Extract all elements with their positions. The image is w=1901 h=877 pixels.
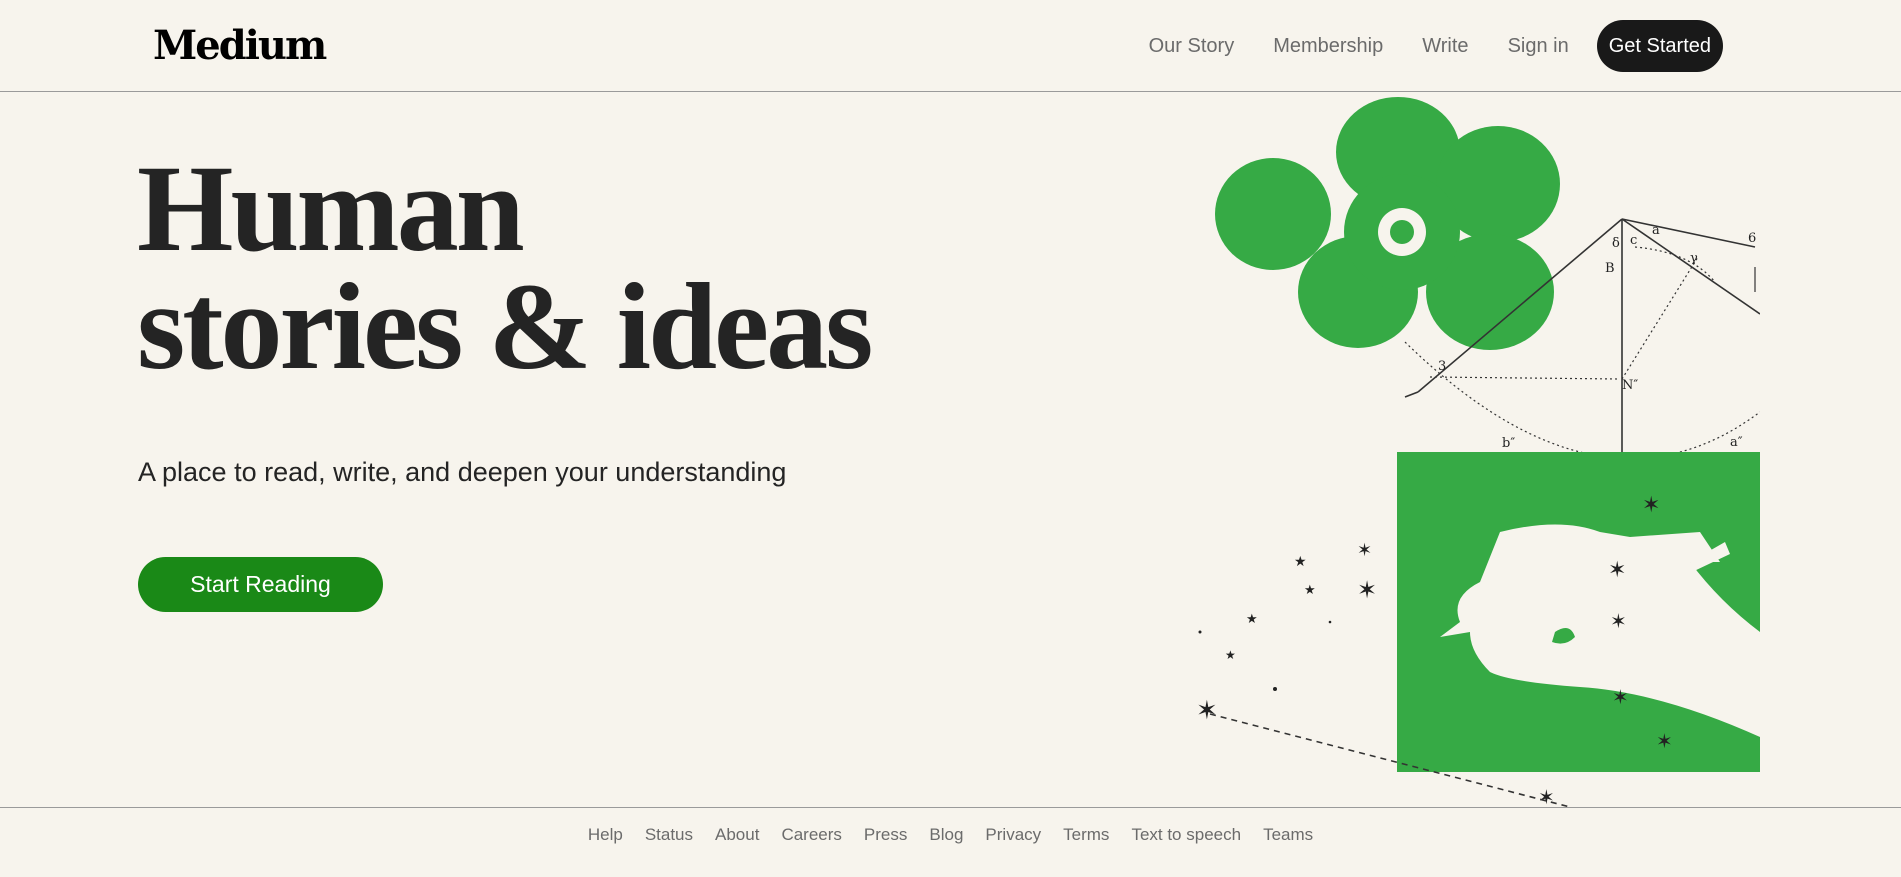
hero-subtitle: A place to read, write, and deepen your …	[138, 457, 787, 487]
star-icon: ✶	[1642, 493, 1660, 518]
star-icon: ✶	[1196, 696, 1218, 726]
star-icon: ★	[1304, 583, 1316, 598]
footer-status-link[interactable]: Status	[645, 825, 693, 845]
hero-illustration: B N″ E a a″ b″ c 3 6 γ δ ✶ ✶ ✶ ✶ ✶ ✶ ✶ ★…	[1196, 97, 1760, 807]
footer-privacy-link[interactable]: Privacy	[985, 825, 1041, 845]
nav-our-story-link[interactable]: Our Story	[1149, 35, 1235, 58]
hero-title: Human stories & ideas	[137, 140, 873, 395]
label-three: 3	[1438, 359, 1446, 374]
footer-text-to-speech-link[interactable]: Text to speech	[1131, 825, 1241, 845]
hero-title-line-2: stories & ideas	[137, 258, 873, 395]
star-icon: ✶	[1612, 685, 1629, 709]
nav-sign-in-link[interactable]: Sign in	[1508, 35, 1569, 58]
star-icon: ✶	[1357, 540, 1372, 561]
footer-about-link[interactable]: About	[715, 825, 759, 845]
star-icon: ★	[1294, 554, 1307, 570]
label-b: B	[1605, 261, 1615, 276]
footer-blog-link[interactable]: Blog	[929, 825, 963, 845]
label-six: 6	[1748, 231, 1756, 246]
writing-hand-illustration	[1397, 452, 1760, 772]
footer-teams-link[interactable]: Teams	[1263, 825, 1313, 845]
star-icon: ✶	[1608, 558, 1626, 583]
nav-write-link[interactable]: Write	[1422, 35, 1468, 58]
label-n: N″	[1622, 378, 1638, 393]
star-icon: ★	[1246, 612, 1258, 627]
label-gamma: γ	[1690, 251, 1698, 266]
start-reading-button[interactable]: Start Reading	[138, 557, 383, 612]
star-icon: ✶	[1656, 729, 1673, 753]
footer-press-link[interactable]: Press	[864, 825, 907, 845]
medium-logo[interactable]: Medium	[153, 22, 327, 69]
footer: Help Status About Careers Press Blog Pri…	[0, 807, 1901, 877]
hero-title-line-1: Human	[137, 140, 525, 277]
star-icon: ✶	[1357, 576, 1377, 604]
nav-membership-link[interactable]: Membership	[1273, 35, 1383, 58]
get-started-button[interactable]: Get Started	[1596, 20, 1723, 72]
footer-help-link[interactable]: Help	[588, 825, 623, 845]
footer-careers-link[interactable]: Careers	[781, 825, 841, 845]
star-icon: ★	[1225, 648, 1236, 662]
label-a2: a″	[1730, 435, 1743, 450]
star-icon: ✶	[1610, 609, 1627, 633]
top-header: Medium Our Story Membership Write Sign i…	[0, 0, 1901, 92]
label-c: c	[1630, 233, 1637, 248]
top-nav: Our Story Membership Write Sign in Get S…	[1149, 20, 1723, 72]
label-delta: δ	[1612, 236, 1620, 251]
label-a1: a	[1652, 223, 1660, 238]
flower-illustration	[1215, 97, 1560, 350]
footer-terms-link[interactable]: Terms	[1063, 825, 1109, 845]
label-b2: b″	[1502, 436, 1515, 451]
star-icon: ✶	[1538, 785, 1555, 807]
